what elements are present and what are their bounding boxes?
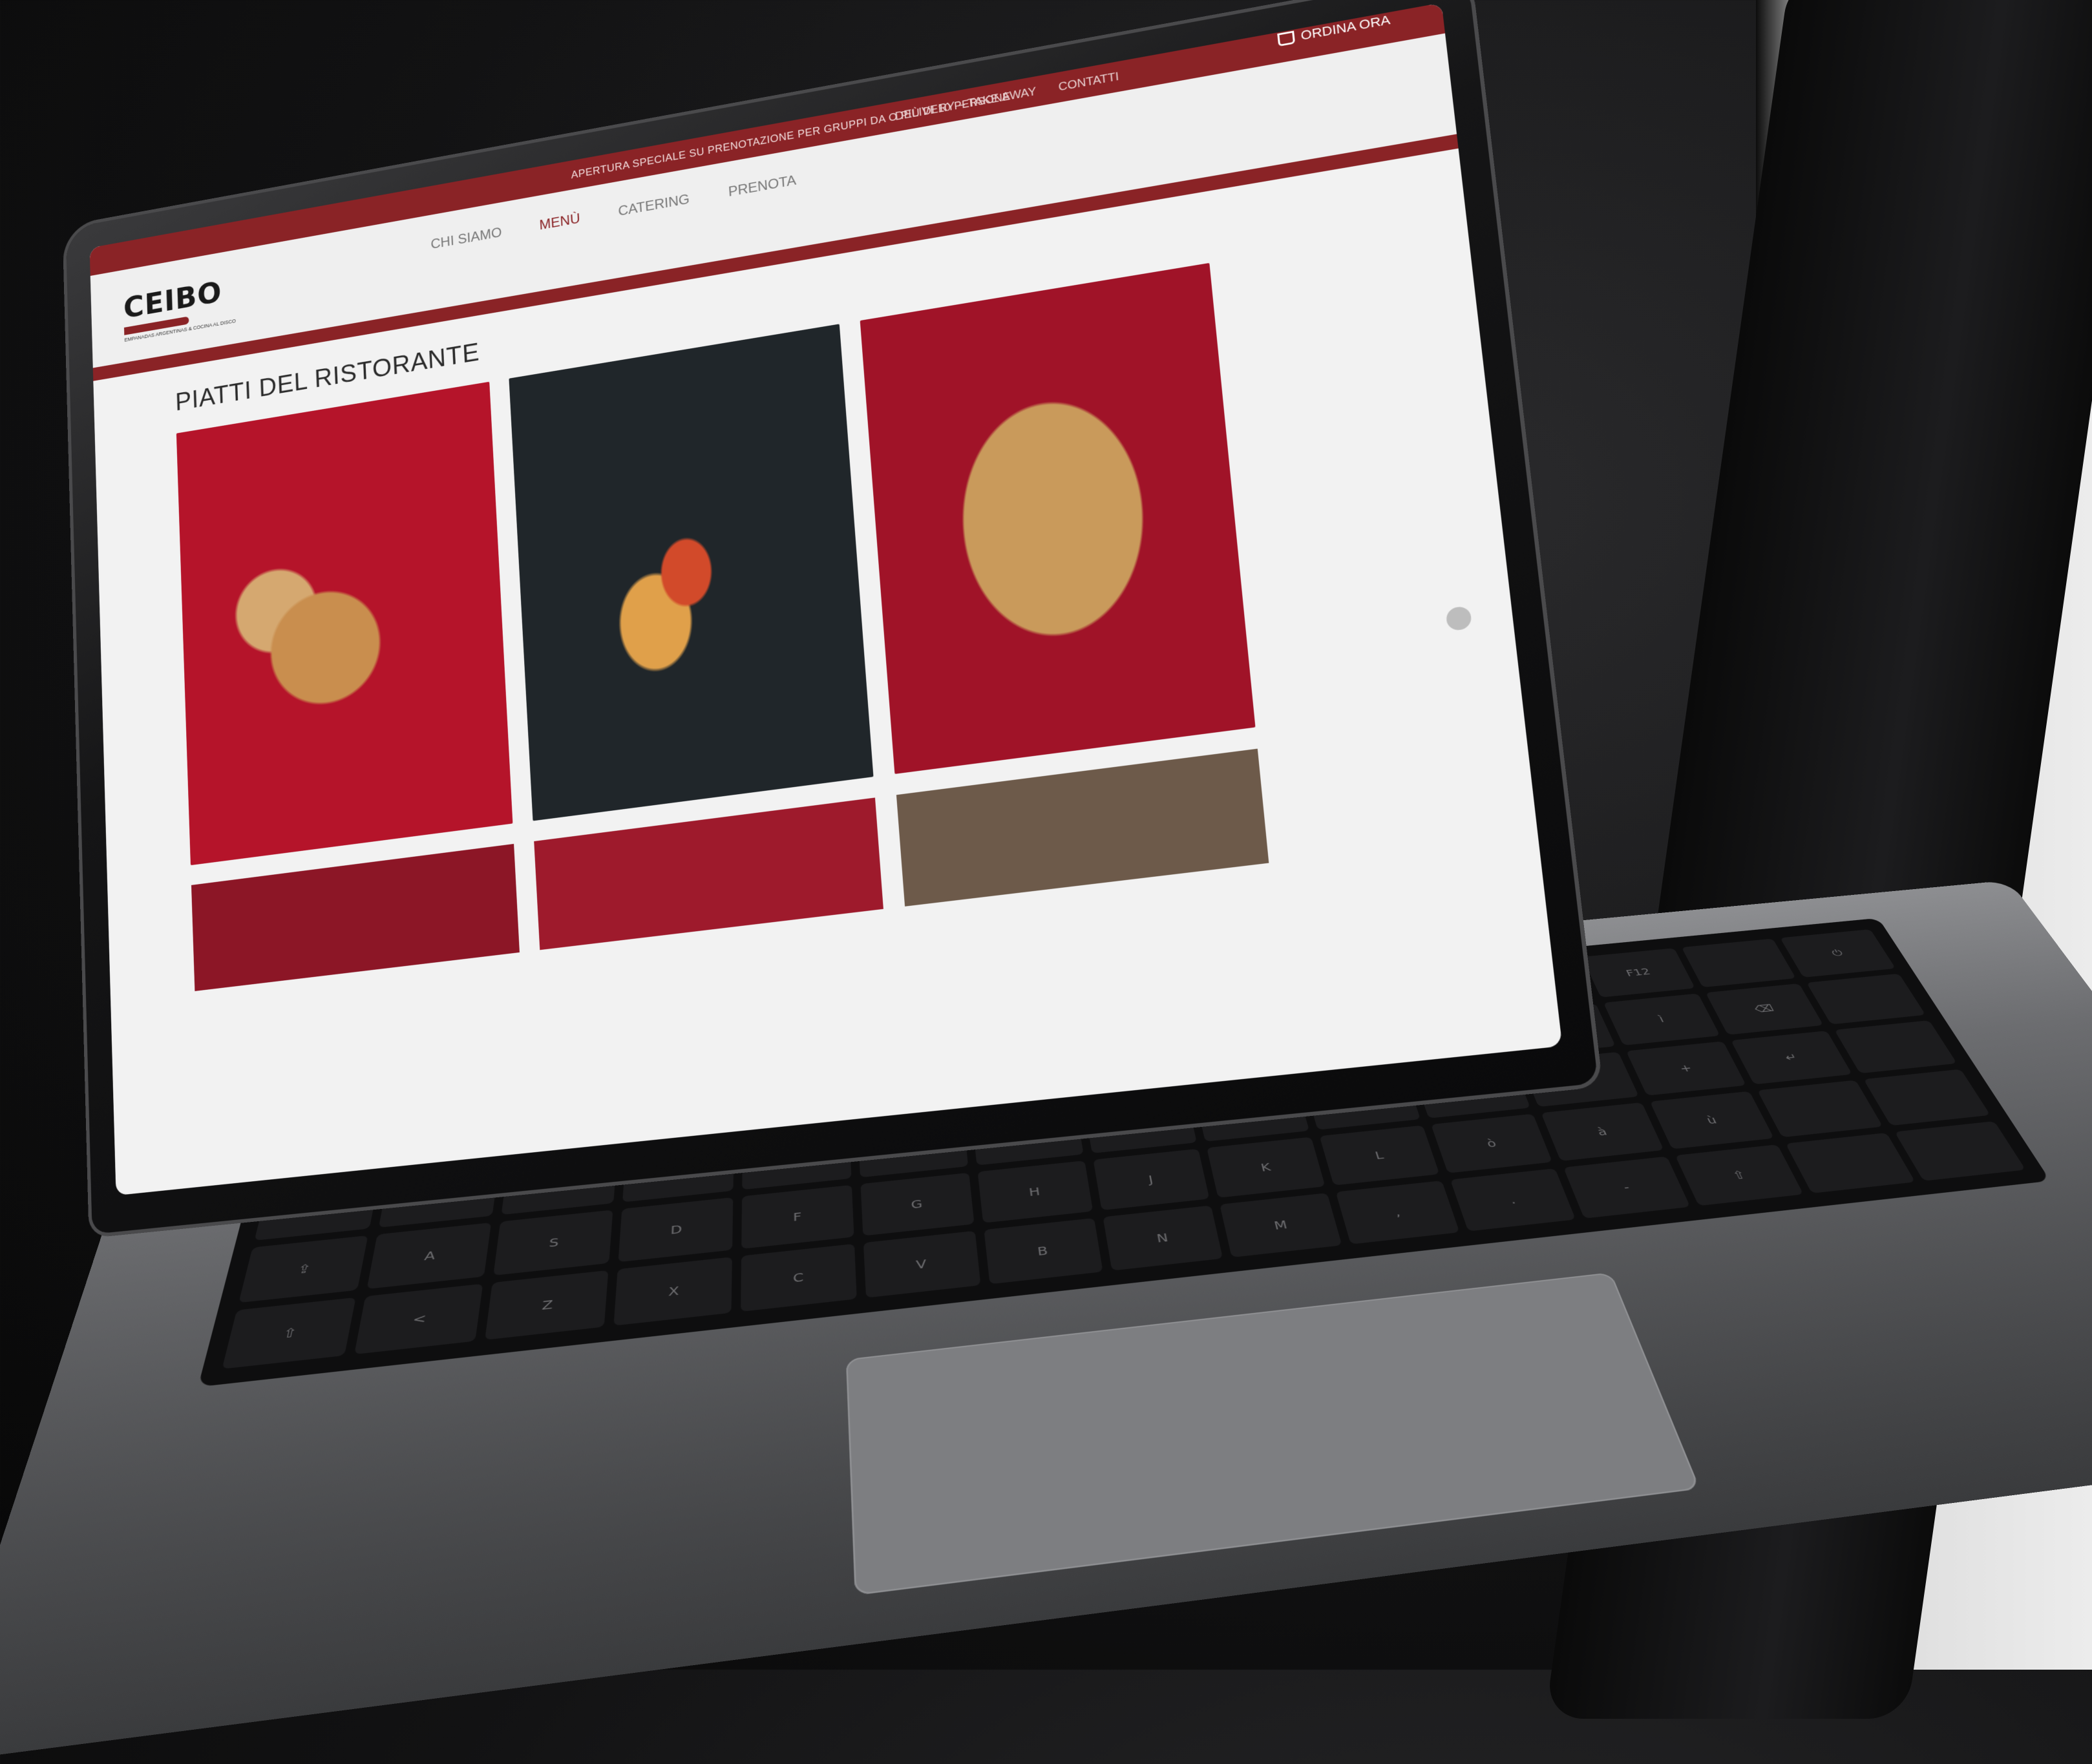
keyboard-key[interactable]: L [1320, 1125, 1440, 1186]
keyboard-key[interactable]: , [1336, 1181, 1460, 1244]
photo-empanadas-board[interactable] [860, 262, 1256, 774]
keyboard-key[interactable]: K [1207, 1137, 1326, 1198]
keyboard-key[interactable]: F [741, 1185, 854, 1250]
keyboard-key[interactable]: V [863, 1230, 980, 1298]
nav-chi-siamo[interactable]: CHI SIAMO [430, 225, 502, 253]
keyboard-key[interactable]: Z [484, 1270, 609, 1340]
basket-icon [1277, 30, 1295, 47]
keyboard-key[interactable]: A [366, 1223, 491, 1290]
keyboard-key[interactable]: M [1220, 1193, 1342, 1257]
photo-empanadas-spoon[interactable] [176, 381, 513, 866]
keyboard-key[interactable]: B [983, 1218, 1103, 1285]
keyboard-key[interactable]: < [354, 1283, 483, 1355]
keyboard-key[interactable]: ⇪ [238, 1235, 368, 1303]
keyboard-key[interactable]: ù [1650, 1091, 1775, 1150]
keyboard-key[interactable]: ⇧ [1675, 1144, 1804, 1206]
keyboard-key[interactable]: ì [1603, 993, 1720, 1045]
photo-row2-2[interactable] [534, 797, 883, 950]
keyboard-key[interactable]: ò [1431, 1114, 1553, 1173]
keyboard-key[interactable]: ⌫ [1706, 983, 1824, 1035]
keyboard-key[interactable]: - [1563, 1156, 1691, 1219]
laptop-lid: APERTURA SPECIALE SU PRENOTAZIONE PER GR… [65, 0, 1598, 1235]
keyboard-key[interactable]: ↵ [1731, 1030, 1853, 1085]
screen: APERTURA SPECIALE SU PRENOTAZIONE PER GR… [89, 3, 1563, 1196]
keyboard-key[interactable] [1894, 1121, 2026, 1181]
keyboard-key[interactable] [1757, 1080, 1883, 1138]
laptop: escF1F2F3F4F5F6F7F8F9F10F11F12⏻\12345678… [0, 0, 2092, 1764]
keyboard-key[interactable] [1863, 1069, 1991, 1126]
keyboard-key[interactable]: D [618, 1197, 734, 1263]
logo[interactable]: CEIBO EMPANADAS ARGENTINAS & COCINA AL D… [123, 273, 236, 342]
keyboard-key[interactable]: N [1103, 1205, 1223, 1271]
keyboard-key[interactable]: à [1541, 1102, 1664, 1162]
nav-prenota[interactable]: PRENOTA [728, 173, 797, 200]
keyboard-key[interactable]: + [1626, 1041, 1747, 1096]
nav-contatti[interactable]: CONTATTI [1058, 70, 1119, 94]
keyboard-key[interactable]: ⏻ [1780, 929, 1896, 978]
photo-disco-vegetables[interactable] [509, 324, 874, 821]
keyboard-key[interactable] [1785, 1133, 1916, 1193]
keyboard-key[interactable]: J [1093, 1149, 1210, 1211]
nav-menu[interactable]: MENÙ [539, 211, 580, 233]
trackpad[interactable] [845, 1272, 1700, 1596]
keyboard-key[interactable]: C [740, 1244, 857, 1312]
nav-catering[interactable]: CATERING [618, 191, 690, 220]
photo-row2-3[interactable] [896, 748, 1269, 907]
keyboard-key[interactable] [1681, 938, 1796, 987]
keyboard-key[interactable]: G [860, 1173, 975, 1236]
keyboard-key[interactable] [1834, 1020, 1958, 1074]
keyboard-key[interactable]: . [1450, 1168, 1576, 1232]
keyboard-key[interactable] [1806, 973, 1926, 1025]
keyboard-key[interactable]: ⇧ [222, 1297, 356, 1369]
keyboard-key[interactable]: H [977, 1160, 1093, 1223]
keyboard-key[interactable]: S [493, 1210, 613, 1276]
keyboard-key[interactable]: X [613, 1257, 732, 1326]
keyboard-key[interactable]: F12 [1581, 948, 1695, 998]
photo-row2-1[interactable] [191, 843, 520, 991]
